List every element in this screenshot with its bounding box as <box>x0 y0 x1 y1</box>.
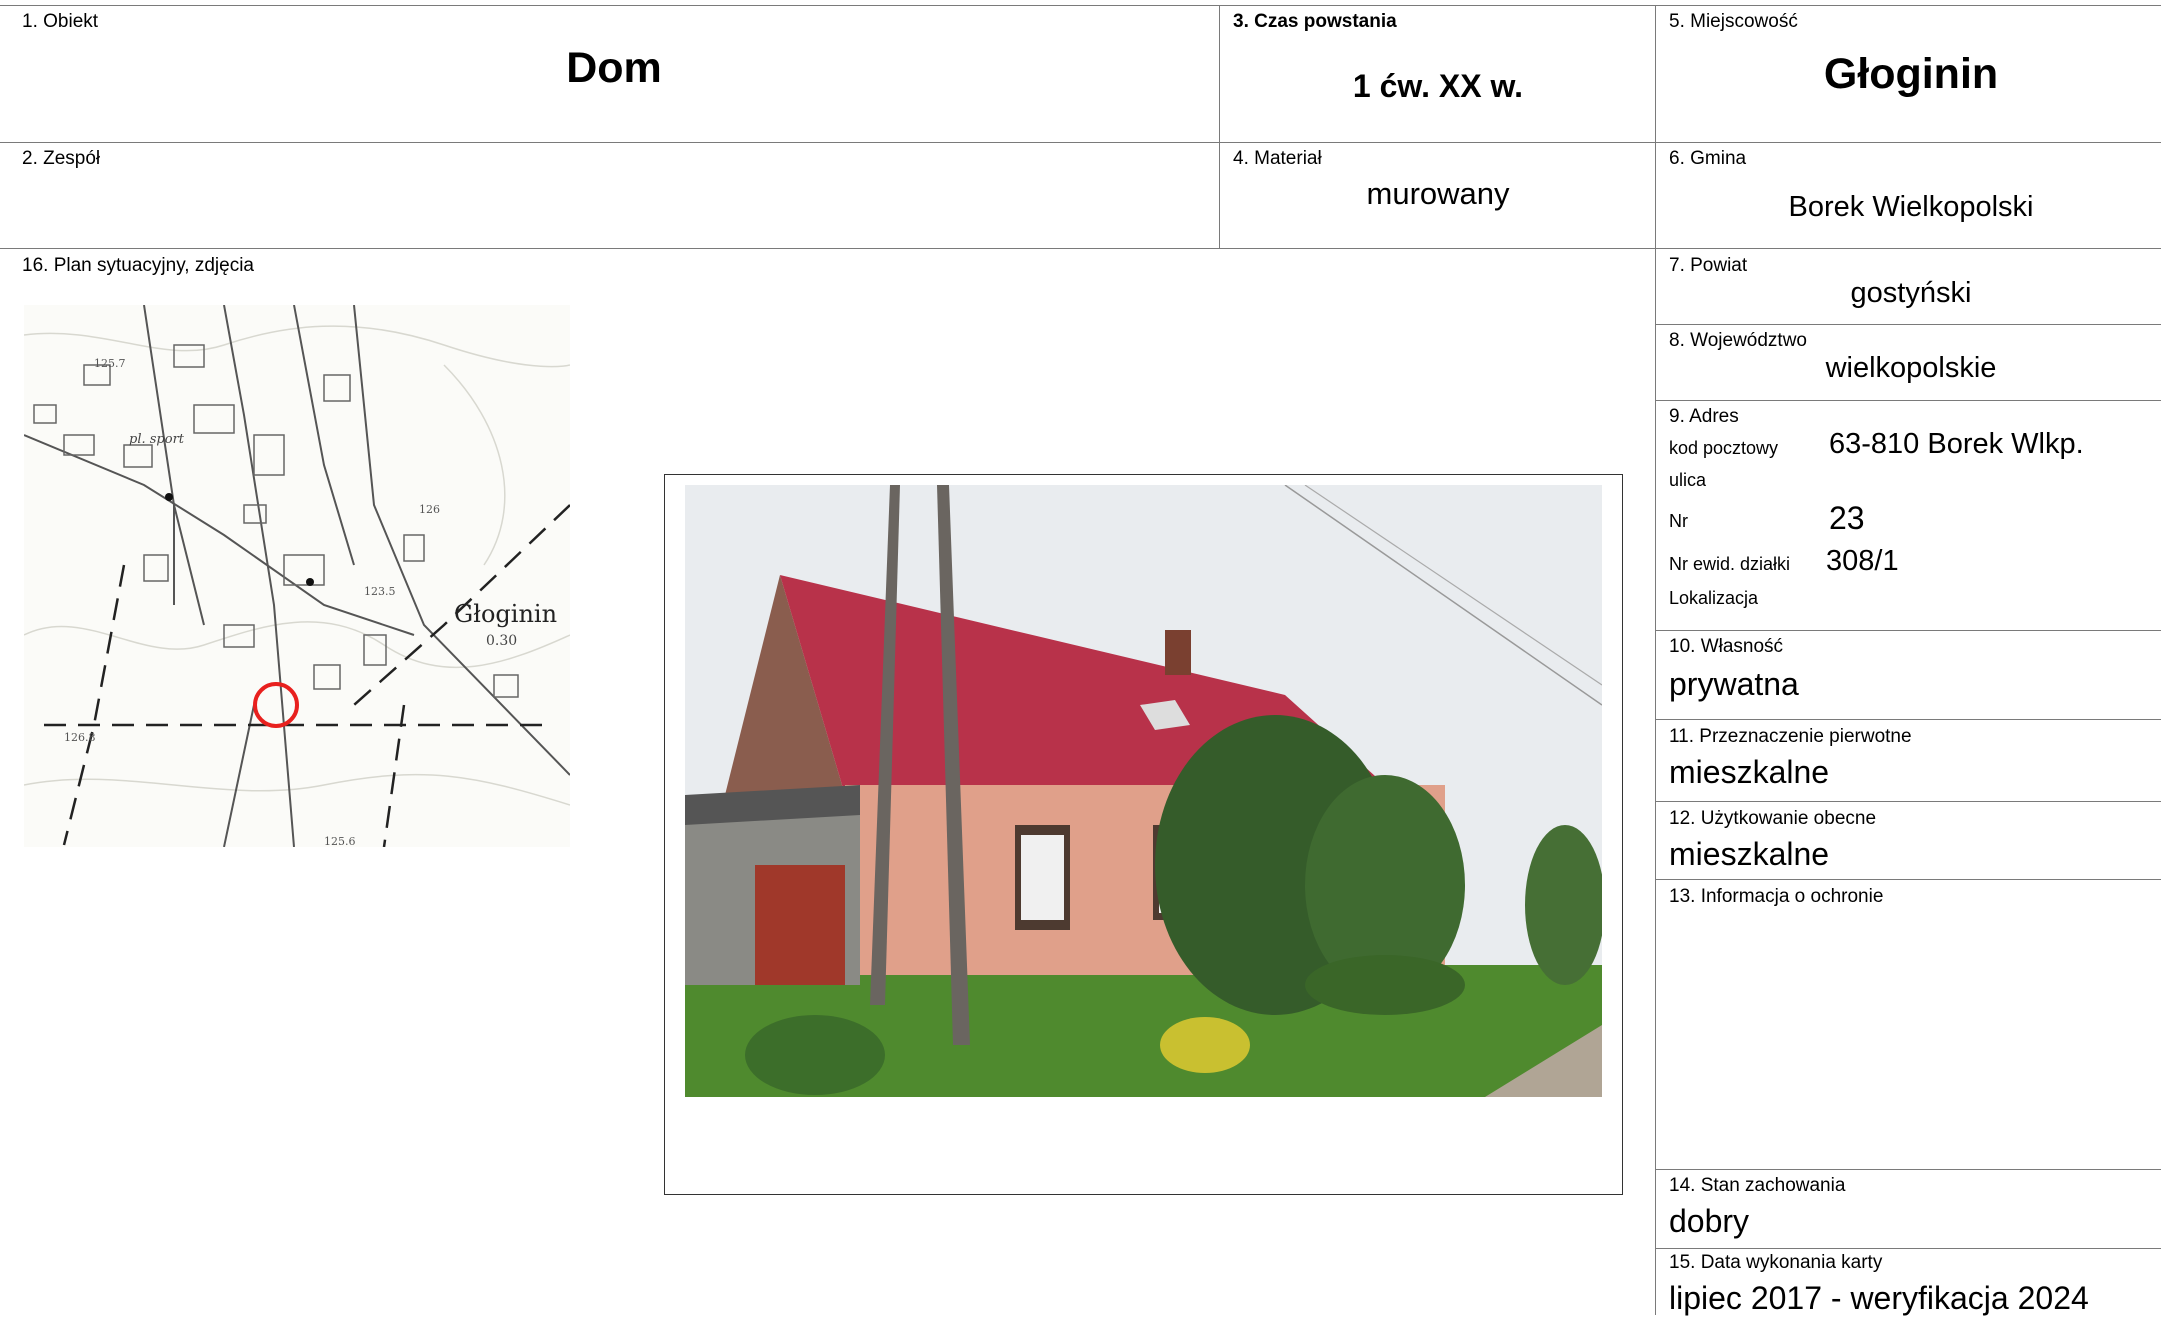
data-label: 15. Data wykonania karty <box>1669 1252 1883 1273</box>
przeznaczenie-label: 11. Przeznaczenie pierwotne <box>1669 726 1912 747</box>
photo-frame <box>664 474 1623 1195</box>
svg-text:pl. sport: pl. sport <box>129 432 185 447</box>
lokalizacja-label: Lokalizacja <box>1669 588 1759 608</box>
uzytkowanie-label: 12. Użytkowanie obecne <box>1669 808 1877 829</box>
top-border <box>0 5 2161 6</box>
adres-label: 9. Adres <box>1669 406 1739 427</box>
wojewodztwo-label: 8. Województwo <box>1669 330 1807 351</box>
svg-text:126: 126 <box>419 503 440 516</box>
nr-label: Nr <box>1669 511 1688 531</box>
location-marker <box>253 682 299 728</box>
house-photo <box>685 485 1602 1097</box>
miejscowosc-label: 5. Miejscowość <box>1669 11 1798 32</box>
dzialka-value: 308/1 <box>1826 545 1899 577</box>
div-uzytkowanie <box>1655 879 2161 880</box>
powiat-label: 7. Powiat <box>1669 255 1748 276</box>
col-divider-1 <box>1219 5 1220 248</box>
map-drawing: pl. sport 125.7 126 126.8 125.6 123.5 Gł… <box>24 305 570 847</box>
kod-value: 63-810 Borek Wlkp. <box>1829 428 2084 460</box>
svg-text:125.7: 125.7 <box>94 357 126 370</box>
miejscowosc-value: Głoginin <box>1823 50 1999 98</box>
div-ochrona <box>1655 1169 2161 1170</box>
svg-text:126.8: 126.8 <box>64 731 96 744</box>
material-label: 4. Materiał <box>1233 148 1322 169</box>
div-powiat <box>1655 324 2161 325</box>
czas-value: 1 ćw. XX w. <box>1352 68 1524 104</box>
gmina-label: 6. Gmina <box>1669 148 1747 169</box>
uzytkowanie-value: mieszkalne <box>1669 836 1830 872</box>
div-woj <box>1655 400 2161 401</box>
row2-divider <box>0 248 2161 249</box>
data-value: lipiec 2017 - weryfikacja 2024 <box>1669 1280 2089 1316</box>
wojewodztwo-value: wielkopolskie <box>1825 352 1997 384</box>
wlasnosc-label: 10. Własność <box>1669 636 1784 657</box>
material-value: murowany <box>1366 176 1510 211</box>
plan-label: 16. Plan sytuacyjny, zdjęcia <box>22 255 254 276</box>
div-przeznaczenie <box>1655 801 2161 802</box>
situation-map: pl. sport 125.7 126 126.8 125.6 123.5 Gł… <box>24 305 570 847</box>
powiat-value: gostyński <box>1850 277 1972 309</box>
obiekt-label: 1. Obiekt <box>22 11 99 32</box>
dzialka-label: Nr ewid. działki <box>1669 554 1791 574</box>
przeznaczenie-value: mieszkalne <box>1669 754 1830 790</box>
div-wlasnosc <box>1655 719 2161 720</box>
wlasnosc-value: prywatna <box>1669 666 1799 702</box>
svg-text:0.30: 0.30 <box>486 633 517 649</box>
map-place-name: Głoginin <box>454 600 557 628</box>
czas-label: 3. Czas powstania <box>1233 11 1397 32</box>
zespol-label: 2. Zespół <box>22 148 101 169</box>
div-stan <box>1655 1248 2161 1249</box>
kod-label: kod pocztowy <box>1669 438 1779 458</box>
row1-divider <box>0 142 2161 143</box>
div-adres <box>1655 630 2161 631</box>
svg-text:125.6: 125.6 <box>324 835 356 847</box>
nr-value: 23 <box>1829 500 1865 536</box>
stan-label: 14. Stan zachowania <box>1669 1175 1846 1196</box>
ulica-label: ulica <box>1669 470 1707 490</box>
stan-value: dobry <box>1669 1203 1750 1239</box>
col-divider-2 <box>1655 5 1656 1315</box>
ochrona-label: 13. Informacja o ochronie <box>1669 886 1884 907</box>
gmina-value: Borek Wielkopolski <box>1788 191 2034 223</box>
obiekt-value: Dom <box>566 44 662 92</box>
svg-text:123.5: 123.5 <box>364 585 396 598</box>
